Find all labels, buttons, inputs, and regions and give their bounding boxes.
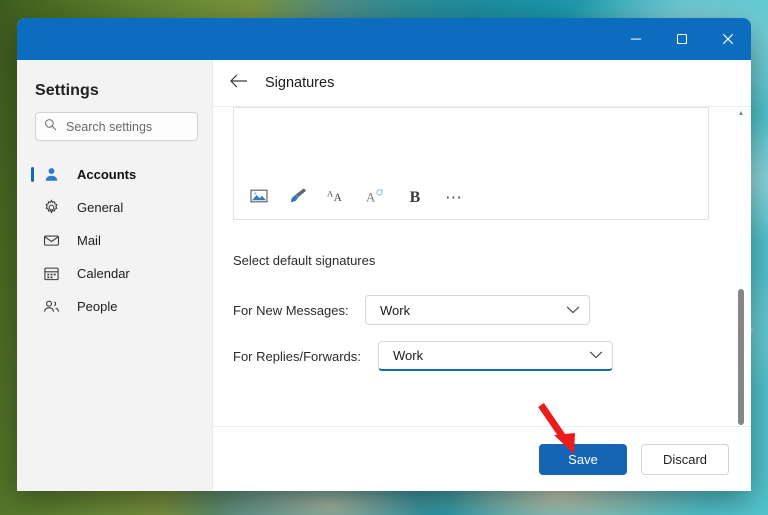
field-row-new-messages: For New Messages: Work bbox=[233, 295, 673, 325]
content-pane: Signatures A A A B ⋯ Select default sign… bbox=[213, 60, 751, 491]
sidebar-item-accounts[interactable]: Accounts bbox=[17, 158, 212, 191]
font-size-icon: A A bbox=[327, 188, 348, 209]
signature-editor[interactable]: A A A B ⋯ bbox=[233, 107, 709, 220]
back-arrow-icon bbox=[229, 73, 248, 94]
back-button[interactable] bbox=[223, 68, 253, 98]
sidebar-item-calendar[interactable]: Calendar bbox=[17, 257, 212, 290]
content-scrollbar[interactable]: ▲ ▼ bbox=[734, 107, 748, 426]
chevron-down-icon bbox=[566, 303, 580, 318]
chevron-down-icon bbox=[589, 348, 603, 363]
clear-formatting-icon: A bbox=[366, 188, 386, 209]
person-icon bbox=[43, 166, 65, 183]
signature-format-toolbar: A A A B ⋯ bbox=[248, 187, 465, 209]
sidebar-item-label: Accounts bbox=[77, 167, 137, 182]
field-label: For Replies/Forwards: bbox=[233, 348, 361, 364]
scrollbar-track[interactable] bbox=[734, 117, 748, 425]
dialog-footer: Save Discard bbox=[213, 426, 751, 491]
save-button[interactable]: Save bbox=[539, 443, 627, 475]
sidebar-nav-list: Accounts General Mail Calendar People bbox=[17, 158, 212, 323]
minimize-button[interactable] bbox=[613, 18, 659, 60]
settings-scroll-area: A A A B ⋯ Select default signatures For … bbox=[213, 106, 751, 426]
page-title: Signatures bbox=[265, 75, 335, 91]
search-icon bbox=[44, 118, 57, 136]
selection-indicator bbox=[31, 167, 34, 182]
sidebar-item-label: General bbox=[77, 200, 124, 215]
insert-picture-button[interactable] bbox=[248, 187, 270, 209]
dropdown-value: Work bbox=[393, 348, 424, 363]
envelope-icon bbox=[43, 232, 65, 249]
field-label: For New Messages: bbox=[233, 302, 349, 318]
calendar-icon bbox=[43, 265, 65, 282]
close-icon bbox=[722, 33, 734, 45]
scrollbar-up-arrow[interactable]: ▲ bbox=[738, 110, 745, 117]
content-header: Signatures bbox=[213, 60, 751, 106]
bold-button[interactable]: B bbox=[404, 187, 426, 209]
paintbrush-icon bbox=[289, 187, 308, 209]
clear-formatting-button[interactable]: A bbox=[365, 187, 387, 209]
minimize-icon bbox=[630, 33, 642, 45]
sidebar-item-label: People bbox=[77, 299, 118, 314]
search-input[interactable] bbox=[64, 118, 189, 135]
sidebar-item-label: Mail bbox=[77, 233, 101, 248]
window-body: Settings Search settings Accounts Genera… bbox=[17, 60, 751, 491]
search-settings-box[interactable] bbox=[35, 112, 198, 141]
more-options-button[interactable]: ⋯ bbox=[443, 187, 465, 209]
maximize-button[interactable] bbox=[659, 18, 705, 60]
format-painter-button[interactable] bbox=[287, 187, 309, 209]
people-icon bbox=[43, 298, 65, 315]
gear-icon bbox=[43, 199, 65, 216]
settings-window: Settings Search settings Accounts Genera… bbox=[17, 18, 751, 491]
picture-icon bbox=[250, 188, 268, 209]
sidebar-item-general[interactable]: General bbox=[17, 191, 212, 224]
sidebar-item-people[interactable]: People bbox=[17, 290, 212, 323]
sidebar-item-mail[interactable]: Mail bbox=[17, 224, 212, 257]
section-label: Select default signatures bbox=[233, 253, 376, 268]
field-row-replies-forwards: For Replies/Forwards: Work bbox=[233, 341, 673, 371]
font-size-button[interactable]: A A bbox=[326, 187, 348, 209]
svg-text:A: A bbox=[333, 192, 342, 204]
discard-button[interactable]: Discard bbox=[641, 443, 729, 475]
svg-text:A: A bbox=[366, 189, 376, 204]
close-button[interactable] bbox=[705, 18, 751, 60]
new-messages-signature-dropdown[interactable]: Work bbox=[365, 295, 590, 325]
dropdown-value: Work bbox=[380, 302, 411, 318]
sidebar-item-label: Calendar bbox=[77, 266, 130, 281]
window-titlebar[interactable] bbox=[17, 18, 751, 60]
replies-forwards-signature-dropdown[interactable]: Work bbox=[378, 341, 613, 371]
scrollbar-thumb[interactable] bbox=[738, 289, 744, 425]
maximize-icon bbox=[676, 33, 688, 45]
settings-sidebar: Settings Search settings Accounts Genera… bbox=[17, 60, 213, 491]
sidebar-title: Settings bbox=[35, 82, 99, 99]
